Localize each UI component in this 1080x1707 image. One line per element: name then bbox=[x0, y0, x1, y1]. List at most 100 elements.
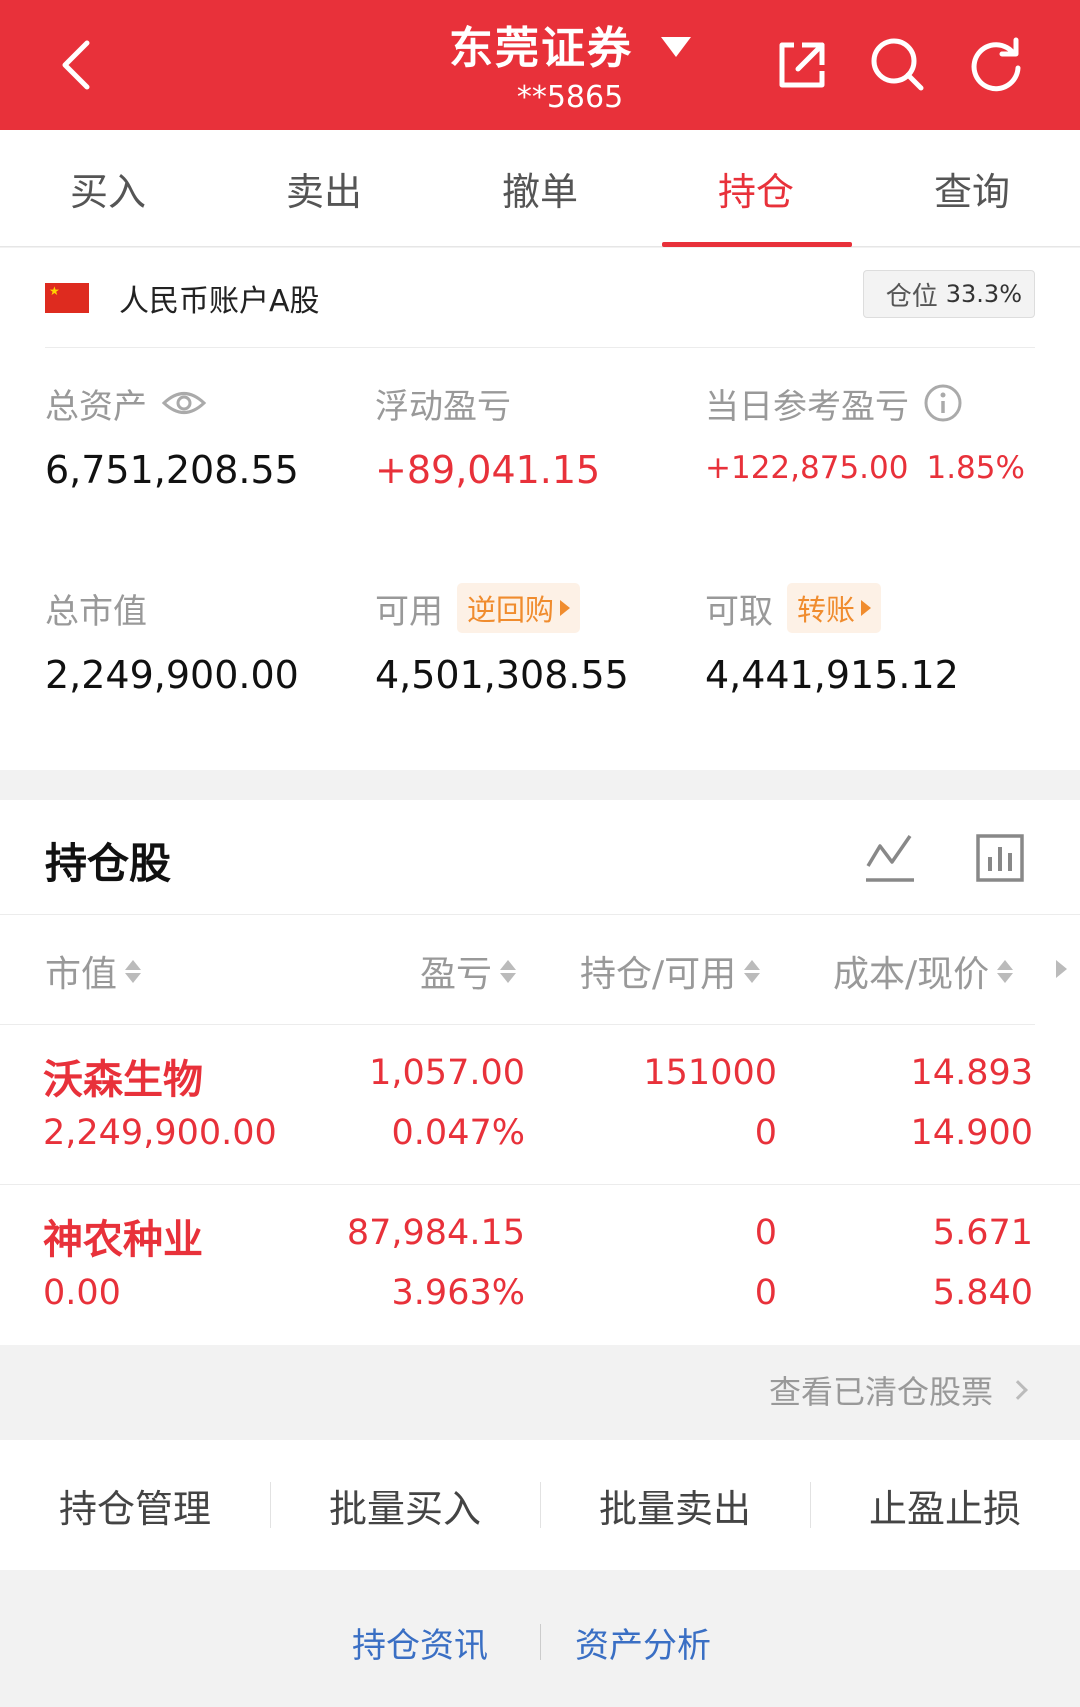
search-icon bbox=[871, 38, 924, 91]
column-cost-price: 成本/现价 bbox=[833, 954, 990, 995]
market-value-label: 总市值 bbox=[45, 591, 147, 632]
floating-pnl-label: 浮动盈亏 bbox=[375, 386, 511, 427]
holdings-title: 持仓股 bbox=[45, 839, 172, 888]
chevron-right-icon bbox=[1008, 1380, 1028, 1400]
sort-icon bbox=[125, 959, 142, 983]
play-arrow-icon bbox=[861, 600, 872, 616]
trade-tabs: 买入 卖出 撤单 持仓 查询 bbox=[0, 130, 1080, 247]
position-ratio-label: 仓位 bbox=[885, 281, 938, 312]
bar-chart-icon bbox=[976, 834, 1024, 882]
column-position: 持仓/可用 bbox=[580, 954, 737, 995]
position-ratio-value: 33.3% bbox=[945, 280, 1022, 308]
stock-price: 5.840 bbox=[932, 1273, 1033, 1313]
daily-pnl-label: 当日参考盈亏 bbox=[705, 386, 909, 427]
batch-sell-button[interactable]: 批量卖出 bbox=[540, 1478, 810, 1533]
info-icon[interactable] bbox=[923, 383, 963, 423]
share-button[interactable] bbox=[770, 33, 832, 95]
chevron-left-icon bbox=[62, 40, 90, 90]
position-ratio-badge: 仓位 33.3% bbox=[862, 270, 1035, 318]
back-button[interactable] bbox=[40, 30, 110, 100]
stock-cost: 5.671 bbox=[932, 1213, 1033, 1253]
stock-market-value: 2,249,900.00 bbox=[43, 1113, 277, 1153]
refresh-icon bbox=[971, 37, 1021, 92]
sort-market-value[interactable]: 市值 bbox=[45, 945, 142, 997]
market-value: 总市值 2,249,900.00 bbox=[45, 583, 299, 698]
cleared-stocks-link[interactable]: 查看已清仓股票 bbox=[768, 1367, 1028, 1413]
china-flag-icon bbox=[45, 282, 89, 313]
daily-pnl: 当日参考盈亏 +122,875.00 1.85% bbox=[705, 378, 1025, 486]
refresh-button[interactable] bbox=[965, 33, 1027, 95]
line-chart-icon bbox=[866, 835, 914, 882]
stock-pnl-percent: 3.963% bbox=[391, 1273, 525, 1313]
stock-cost: 14.893 bbox=[910, 1053, 1033, 1093]
available-funds: 可用 逆回购 4,501,308.55 bbox=[375, 583, 629, 697]
transfer-label: 转账 bbox=[797, 593, 856, 627]
floating-pnl: 浮动盈亏 +89,041.15 bbox=[375, 378, 601, 493]
reverse-repo-label: 逆回购 bbox=[467, 593, 555, 627]
trend-chart-button[interactable] bbox=[862, 830, 918, 886]
holdings-section: 持仓股 市值 盈亏 持仓/可用 成本/现价 沃森生物 2,249,900.00 … bbox=[0, 800, 1080, 1345]
account-summary: 人民币账户A股 仓位 33.3% 总资产 6,751,208.55 浮动盈亏 +… bbox=[0, 248, 1080, 770]
batch-buy-button[interactable]: 批量买入 bbox=[270, 1478, 540, 1533]
eye-icon[interactable] bbox=[161, 388, 207, 418]
stock-name: 神农种业 bbox=[43, 1217, 203, 1263]
column-market-value: 市值 bbox=[45, 954, 118, 995]
stop-profit-loss-button[interactable]: 止盈止损 bbox=[810, 1478, 1080, 1533]
daily-pnl-value: +122,875.00 bbox=[705, 450, 909, 486]
tab-cancel[interactable]: 撤单 bbox=[432, 130, 648, 247]
stock-price: 14.900 bbox=[910, 1113, 1033, 1153]
link-divider bbox=[540, 1624, 541, 1660]
available-label: 可用 bbox=[375, 591, 443, 632]
tab-buy[interactable]: 买入 bbox=[0, 130, 216, 247]
tab-query[interactable]: 查询 bbox=[864, 130, 1080, 247]
scroll-right-arrow-icon[interactable] bbox=[1056, 960, 1067, 978]
stock-pnl: 87,984.15 bbox=[346, 1213, 525, 1253]
withdrawable-value: 4,441,915.12 bbox=[705, 653, 959, 697]
total-assets-value: 6,751,208.55 bbox=[45, 448, 299, 492]
sort-icon bbox=[997, 959, 1014, 983]
total-assets-label: 总资产 bbox=[45, 386, 147, 427]
account-row: 人民币账户A股 仓位 33.3% bbox=[45, 248, 1035, 348]
holding-news-link[interactable]: 持仓资讯 bbox=[352, 1618, 488, 1667]
stock-position: 151000 bbox=[643, 1053, 777, 1093]
tab-sell[interactable]: 卖出 bbox=[216, 130, 432, 247]
sort-position[interactable]: 持仓/可用 bbox=[580, 945, 761, 997]
asset-analysis-link[interactable]: 资产分析 bbox=[575, 1618, 711, 1667]
withdrawable-funds: 可取 转账 4,441,915.12 bbox=[705, 583, 959, 697]
reverse-repo-button[interactable]: 逆回购 bbox=[457, 583, 581, 633]
position-management-button[interactable]: 持仓管理 bbox=[0, 1478, 270, 1533]
account-number: **5865 bbox=[516, 80, 624, 115]
holding-row[interactable]: 沃森生物 2,249,900.00 1,057.00 0.047% 151000… bbox=[0, 1025, 1080, 1185]
holding-actions: 持仓管理 批量买入 批量卖出 止盈止损 bbox=[0, 1440, 1080, 1570]
account-switcher[interactable]: 东莞证券 **5865 bbox=[420, 12, 720, 115]
play-arrow-icon bbox=[560, 600, 571, 616]
market-value-value: 2,249,900.00 bbox=[45, 653, 299, 697]
cleared-stocks-bar: 查看已清仓股票 bbox=[0, 1345, 1080, 1440]
app-header: 东莞证券 **5865 bbox=[0, 0, 1080, 130]
share-icon bbox=[779, 42, 825, 88]
stock-pnl: 1,057.00 bbox=[369, 1053, 525, 1093]
withdrawable-label: 可取 bbox=[705, 591, 773, 632]
stock-pnl-percent: 0.047% bbox=[391, 1113, 525, 1153]
floating-pnl-value: +89,041.15 bbox=[375, 448, 601, 492]
sort-icon bbox=[744, 959, 761, 983]
broker-title: 东莞证券 bbox=[449, 23, 633, 74]
holding-row[interactable]: 神农种业 0.00 87,984.15 3.963% 0 0 5.671 5.8… bbox=[0, 1185, 1080, 1345]
total-assets: 总资产 6,751,208.55 bbox=[45, 378, 299, 493]
bottom-links: 持仓资讯 资产分析 bbox=[0, 1570, 1080, 1707]
daily-pnl-percent: 1.85% bbox=[926, 450, 1025, 486]
sort-pnl[interactable]: 盈亏 bbox=[420, 945, 517, 997]
account-label: 人民币账户A股 bbox=[119, 283, 320, 319]
stock-available: 0 bbox=[754, 1273, 777, 1313]
stock-name: 沃森生物 bbox=[43, 1057, 203, 1103]
stock-market-value: 0.00 bbox=[43, 1273, 121, 1313]
available-value: 4,501,308.55 bbox=[375, 653, 629, 697]
tab-positions[interactable]: 持仓 bbox=[648, 130, 864, 247]
search-button[interactable] bbox=[866, 33, 928, 95]
bar-chart-button[interactable] bbox=[972, 830, 1028, 886]
holdings-column-header: 市值 盈亏 持仓/可用 成本/现价 bbox=[0, 915, 1067, 1025]
cleared-stocks-label: 查看已清仓股票 bbox=[768, 1373, 993, 1411]
transfer-button[interactable]: 转账 bbox=[787, 583, 882, 633]
sort-cost-price[interactable]: 成本/现价 bbox=[833, 945, 1014, 997]
stock-position: 0 bbox=[754, 1213, 777, 1253]
